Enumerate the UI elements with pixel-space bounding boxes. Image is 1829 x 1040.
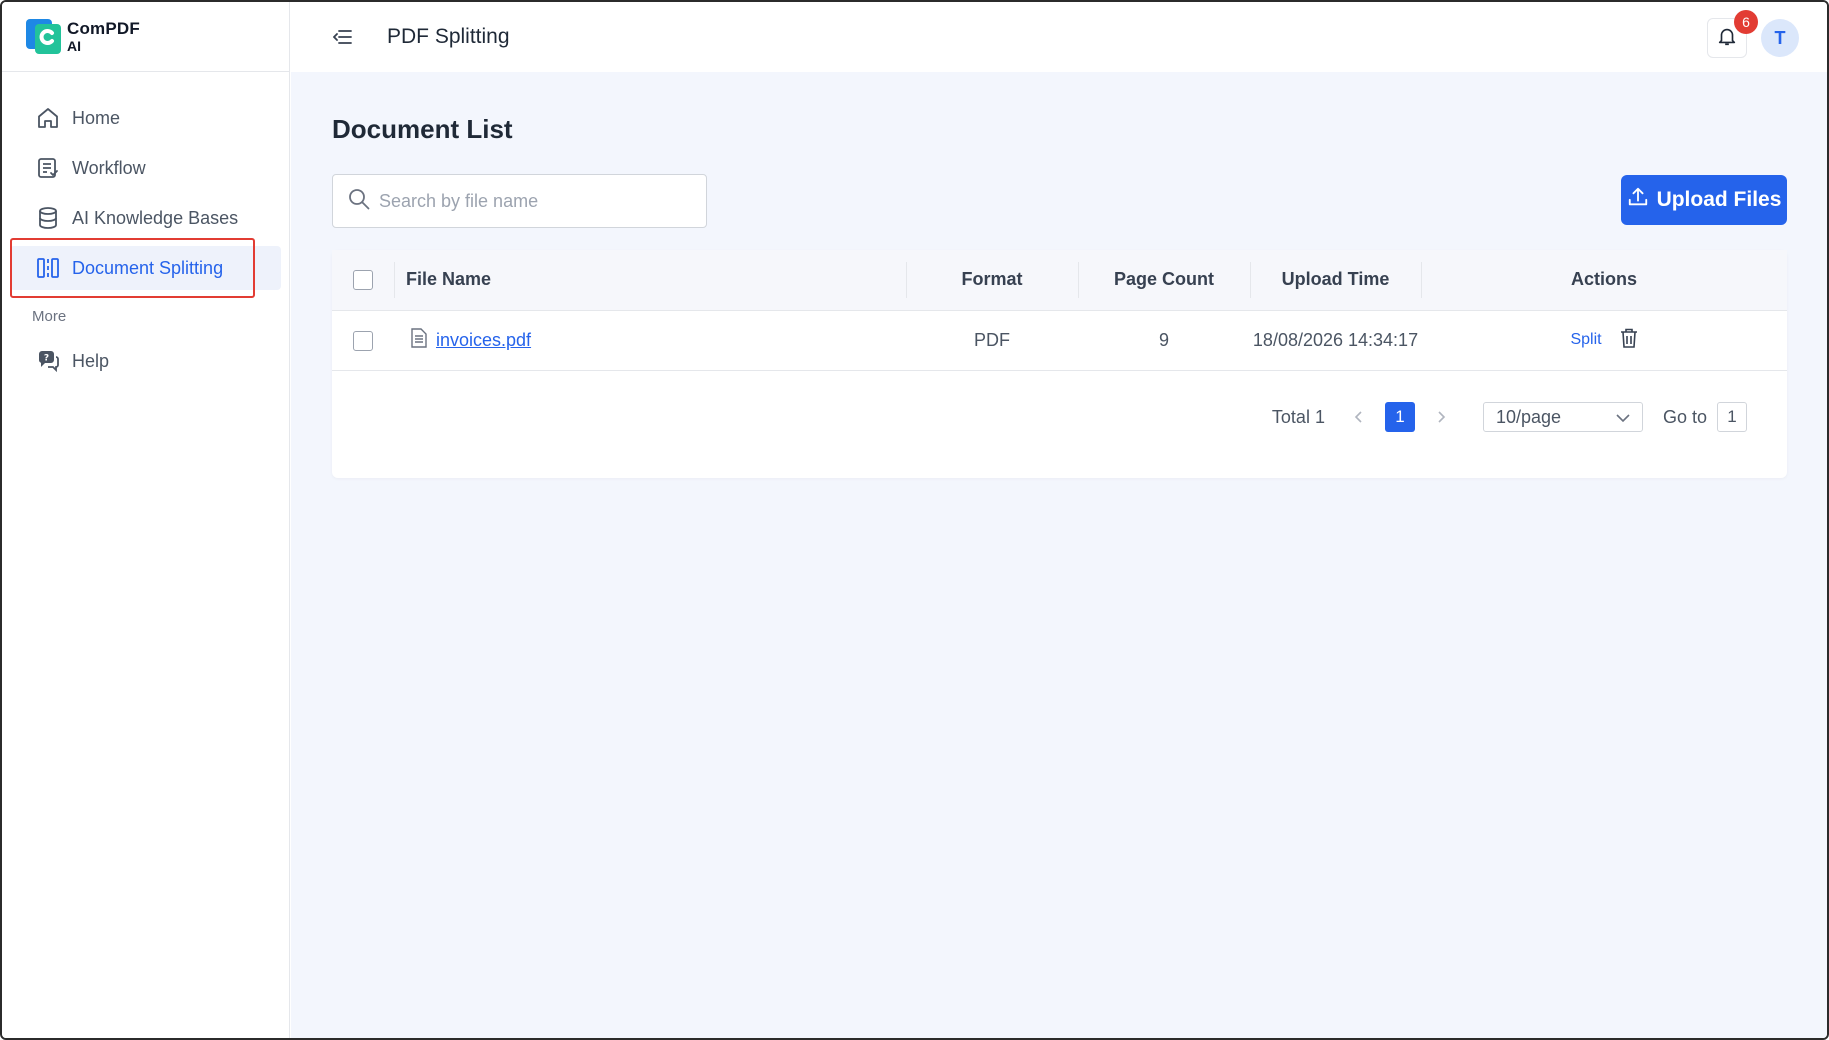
row-checkbox[interactable]	[353, 330, 373, 351]
sidebar-item-label: Home	[72, 107, 121, 128]
home-icon	[36, 106, 60, 130]
workflow-icon	[36, 156, 60, 180]
split-button[interactable]: Split	[1570, 331, 1601, 349]
file-name-cell: invoices.pdf	[394, 310, 906, 370]
select-all-checkbox[interactable]	[353, 270, 373, 291]
upload-files-label: Upload Files	[1656, 188, 1782, 211]
column-header-file-name: File Name	[394, 250, 906, 310]
goto-page-input[interactable]: 1	[1717, 402, 1747, 432]
search-input[interactable]	[379, 190, 699, 212]
next-page-icon[interactable]	[1429, 410, 1453, 424]
sidebar-item-workflow[interactable]: Workflow	[10, 146, 281, 190]
split-icon	[36, 256, 60, 280]
delete-icon[interactable]	[1620, 328, 1638, 353]
sidebar-item-ai-knowledge-bases[interactable]: AI Knowledge Bases	[10, 196, 281, 240]
page-title: PDF Splitting	[387, 25, 510, 48]
search-icon	[347, 187, 371, 216]
select-all-cell	[332, 250, 394, 310]
notification-badge: 6	[1734, 10, 1758, 34]
column-header-actions: Actions	[1421, 250, 1787, 310]
pagination: Total 1 1 10/page Go to 1	[1272, 402, 1747, 432]
goto-page: Go to 1	[1663, 402, 1747, 432]
sidebar-section-more: More	[32, 308, 67, 325]
page-count-cell: 9	[1158, 329, 1169, 350]
top-header: PDF Splitting 6 T	[291, 2, 1827, 72]
sidebar-item-label: Workflow	[72, 157, 146, 178]
notifications-button[interactable]: 6	[1707, 10, 1758, 58]
database-icon	[36, 206, 60, 230]
chevron-down-icon	[1616, 407, 1630, 428]
sidebar-item-label: Document Splitting	[72, 257, 224, 278]
upload-time-cell: 18/08/2026 14:34:17	[1252, 329, 1419, 350]
bell-icon	[1716, 25, 1738, 52]
main-content: Document List Upload Files File	[291, 72, 1827, 1038]
page-size-value: 10/page	[1495, 406, 1562, 427]
column-header-page-count: Page Count	[1078, 250, 1250, 310]
sidebar-item-home[interactable]: Home	[10, 96, 281, 140]
document-list-title: Document List	[332, 114, 513, 144]
sidebar-item-help[interactable]: ? Help	[10, 339, 281, 383]
svg-text:?: ?	[44, 354, 49, 364]
table-row: invoices.pdf PDF 9 18/08/2026 14:34:17 S…	[332, 310, 1787, 370]
brand-name: ComPDF	[67, 19, 140, 38]
document-table-card: File Name Format Page Count Upload Time …	[332, 250, 1787, 478]
document-table: File Name Format Page Count Upload Time …	[332, 250, 1787, 371]
avatar[interactable]: T	[1761, 19, 1799, 57]
app-window: ComPDF AI Home Workflow AI Knowledge Bas…	[0, 0, 1829, 1040]
sidebar-item-label: Help	[72, 350, 110, 371]
brand-sub: AI	[67, 38, 81, 54]
column-header-upload-time: Upload Time	[1250, 250, 1421, 310]
table-header-row: File Name Format Page Count Upload Time …	[332, 250, 1787, 310]
sidebar-item-label: AI Knowledge Bases	[72, 207, 239, 228]
actions-cell: Split	[1421, 310, 1787, 370]
column-header-format: Format	[906, 250, 1078, 310]
page-size-select[interactable]: 10/page	[1482, 402, 1643, 432]
menu-collapse-icon[interactable]	[331, 25, 355, 49]
sidebar-nav: Home Workflow AI Knowledge Bases Documen…	[2, 72, 289, 383]
file-document-icon	[410, 327, 428, 353]
row-select-cell	[332, 310, 394, 370]
search-box[interactable]	[332, 174, 707, 228]
sidebar: ComPDF AI Home Workflow AI Knowledge Bas…	[2, 2, 290, 1038]
upload-files-button[interactable]: Upload Files	[1621, 175, 1787, 225]
current-page-button[interactable]: 1	[1384, 402, 1415, 432]
upload-icon	[1627, 186, 1649, 214]
goto-label: Go to	[1662, 406, 1707, 427]
pagination-total: Total 1	[1271, 406, 1325, 427]
brand[interactable]: ComPDF AI	[2, 2, 289, 72]
compdf-logo-icon	[26, 19, 61, 54]
prev-page-icon[interactable]	[1347, 410, 1371, 424]
sidebar-item-document-splitting[interactable]: Document Splitting	[10, 238, 281, 298]
help-chat-icon: ?	[36, 349, 60, 373]
file-name-link[interactable]: invoices.pdf	[436, 330, 531, 351]
format-cell: PDF	[974, 329, 1010, 350]
